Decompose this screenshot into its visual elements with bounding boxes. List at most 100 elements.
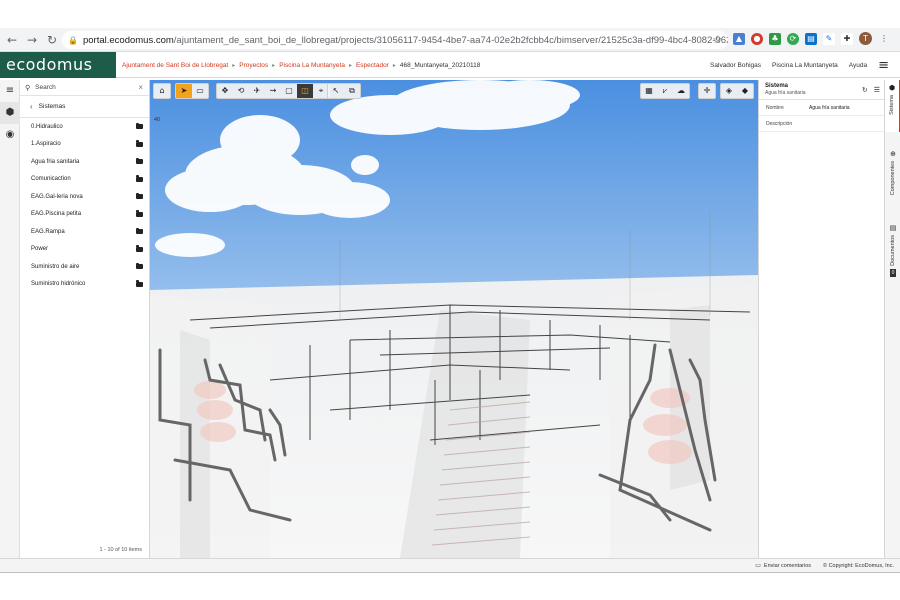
- breadcrumb-separator-icon: ▸: [392, 62, 396, 69]
- main-menu-icon[interactable]: ≡: [878, 58, 889, 73]
- list-item[interactable]: EAG.Gal-leria nova: [20, 188, 149, 206]
- user-menu[interactable]: Salvador Bohigas: [710, 62, 761, 69]
- help-link[interactable]: Ayuda: [849, 62, 867, 69]
- crosshair-icon[interactable]: ✛: [699, 84, 715, 98]
- measure-icon[interactable]: ▭: [192, 84, 208, 98]
- layers-icon[interactable]: ◈: [721, 84, 737, 98]
- url-path: /ajuntament_de_sant_boi_de_llobregat/pro…: [173, 34, 728, 46]
- breadcrumb-item[interactable]: Ajuntament de Sant Boi de Llobregat: [122, 62, 228, 69]
- list-item-label: 0.Hidraulico: [31, 123, 63, 130]
- tab-label: Sistema: [889, 95, 895, 115]
- extension-icon[interactable]: ●: [751, 32, 763, 45]
- select-pointer-icon[interactable]: ➤: [176, 84, 192, 98]
- divider: [0, 572, 900, 573]
- list-item-label: Power: [31, 246, 49, 253]
- crosshair-icon: ⊕: [890, 150, 896, 158]
- extension-icon[interactable]: ▲: [733, 32, 745, 45]
- home-icon[interactable]: ⌂: [154, 84, 170, 98]
- pan-icon[interactable]: ✥: [217, 84, 233, 98]
- address-bar[interactable]: 🔒 portal.ecodomus.com /ajuntament_de_san…: [62, 31, 728, 49]
- app-header: ecodomus Ajuntament de Sant Boi de Llobr…: [0, 52, 900, 78]
- extension-icon[interactable]: ✎: [823, 32, 835, 45]
- search-input[interactable]: ⚲ Search ×: [20, 80, 149, 96]
- report-icon[interactable]: ▦: [641, 84, 657, 98]
- lock-icon: 🔒: [68, 35, 78, 45]
- search-placeholder: Search: [35, 84, 56, 91]
- breadcrumb-separator-icon: ▸: [272, 62, 276, 69]
- list-item[interactable]: 1.Aspiracio: [20, 136, 149, 154]
- menu-icon[interactable]: ≡: [0, 80, 20, 102]
- systems-icon[interactable]: ⬢: [0, 102, 20, 124]
- list-item[interactable]: 0.Hidraulico: [20, 118, 149, 136]
- brand-logo[interactable]: ecodomus: [0, 52, 116, 78]
- copyright-text: © Copyright: EcoDomus, Inc.: [823, 562, 894, 569]
- chevron-left-icon[interactable]: ‹: [30, 102, 33, 111]
- reload-icon[interactable]: ↻: [44, 32, 60, 48]
- tab-componentes[interactable]: ⊕ Componentes: [885, 146, 900, 216]
- list-item-label: EAG.Rampa: [31, 228, 65, 235]
- refresh-icon[interactable]: ↻: [862, 86, 868, 94]
- zoom-select-icon[interactable]: ⧉: [344, 84, 360, 98]
- orbit-icon[interactable]: ⟲: [233, 84, 249, 98]
- tab-sistema[interactable]: ⬢ Sistema: [885, 80, 900, 132]
- panel-title[interactable]: ‹ Sistemas: [20, 96, 149, 118]
- list-item[interactable]: EAG.Piscina petita: [20, 206, 149, 224]
- list-item[interactable]: Suministro de aire: [20, 258, 149, 276]
- project-menu[interactable]: Piscina La Muntanyeta: [772, 62, 838, 69]
- home-toolbar: ⌂: [153, 83, 171, 99]
- properties-actions: ↻ ☰: [862, 86, 880, 94]
- folder-icon: [136, 122, 143, 130]
- cloud-icon[interactable]: ☁: [673, 84, 689, 98]
- list-item-label: Agua fria sanitaria: [31, 158, 80, 165]
- profile-avatar[interactable]: T: [859, 32, 872, 45]
- list-item[interactable]: Suministro hidrónico: [20, 276, 149, 294]
- breadcrumb-current: 468_Muntanyeta_20210118: [399, 61, 481, 69]
- more-vert-icon[interactable]: ⋮: [878, 32, 890, 45]
- breadcrumb-item[interactable]: Piscina La Muntanyeta: [279, 62, 345, 69]
- extension-icon[interactable]: ♣: [769, 32, 781, 45]
- list-item-label: Suministro hidrónico: [31, 281, 86, 288]
- list-item-label: EAG.Gal-leria nova: [31, 193, 83, 200]
- app-frame: ← → ↻ 🔒 portal.ecodomus.com /ajuntament_…: [0, 0, 900, 600]
- puzzle-icon[interactable]: ✚: [841, 32, 853, 45]
- close-icon[interactable]: ×: [138, 83, 143, 92]
- bim-3d-viewer[interactable]: 40 ⌂ ➤ ▭ ✥ ⟲ ✈ ⇝ ▢ ◫ ⌖ ↖ ⧉ ▦ ⩗ ☁ ✛ ◈ ◆: [150, 80, 758, 558]
- list-item[interactable]: EAG.Rampa: [20, 223, 149, 241]
- right-vertical-tabs: ⬢ Sistema ⊕ Componentes ▤ Documentos 0: [884, 80, 900, 558]
- property-row: Nombre Agua fría sanitaria: [759, 100, 884, 116]
- cursor-select-icon[interactable]: ↖: [328, 84, 344, 98]
- list-item[interactable]: Power: [20, 241, 149, 259]
- walk-icon[interactable]: ⇝: [265, 84, 281, 98]
- property-key: Descripción: [766, 120, 793, 127]
- extension-icon[interactable]: ⟳: [787, 32, 799, 45]
- properties-panel: Sistema Agua fría sanitaria ↻ ☰ Nombre A…: [758, 80, 884, 558]
- bookmark-star-icon[interactable]: ☆: [712, 33, 722, 46]
- folder-icon: [136, 157, 143, 165]
- extension-icon[interactable]: ▤: [805, 32, 817, 45]
- breadcrumb-item[interactable]: Proyectos: [239, 62, 268, 69]
- list-item[interactable]: Comunicaction: [20, 171, 149, 189]
- box-zoom-icon[interactable]: ▢: [281, 84, 297, 98]
- list-settings-icon[interactable]: ☰: [874, 86, 880, 94]
- chart-icon[interactable]: ⩗: [657, 84, 673, 98]
- comment-icon: ▭: [755, 562, 761, 569]
- panel-title-text: Sistemas: [38, 103, 66, 110]
- eye-icon[interactable]: ◉: [0, 124, 20, 146]
- forward-icon[interactable]: →: [24, 32, 40, 48]
- systems-icon: ⬢: [888, 84, 896, 92]
- breadcrumb: Ajuntament de Sant Boi de Llobregat ▸ Pr…: [122, 52, 480, 78]
- folder-icon: [136, 175, 143, 182]
- folder-icon: [136, 262, 143, 270]
- section-tool-icon[interactable]: ◫: [297, 84, 313, 98]
- app-footer: ▭ Enviar comentarios © Copyright: EcoDomu…: [0, 558, 900, 572]
- document-icon: ▤: [889, 224, 897, 232]
- fly-icon[interactable]: ✈: [249, 84, 265, 98]
- viewer-canvas[interactable]: [150, 80, 758, 558]
- back-icon[interactable]: ←: [4, 32, 20, 48]
- breadcrumb-item[interactable]: Espectador: [356, 62, 389, 69]
- tab-documentos[interactable]: ▤ Documentos 0: [885, 220, 900, 292]
- feedback-link[interactable]: ▭ Enviar comentarios: [755, 562, 811, 569]
- model-toolbar: ↖ ⧉: [327, 83, 361, 99]
- list-item[interactable]: Agua fria sanitaria: [20, 153, 149, 171]
- stack-icon[interactable]: ◆: [737, 84, 753, 98]
